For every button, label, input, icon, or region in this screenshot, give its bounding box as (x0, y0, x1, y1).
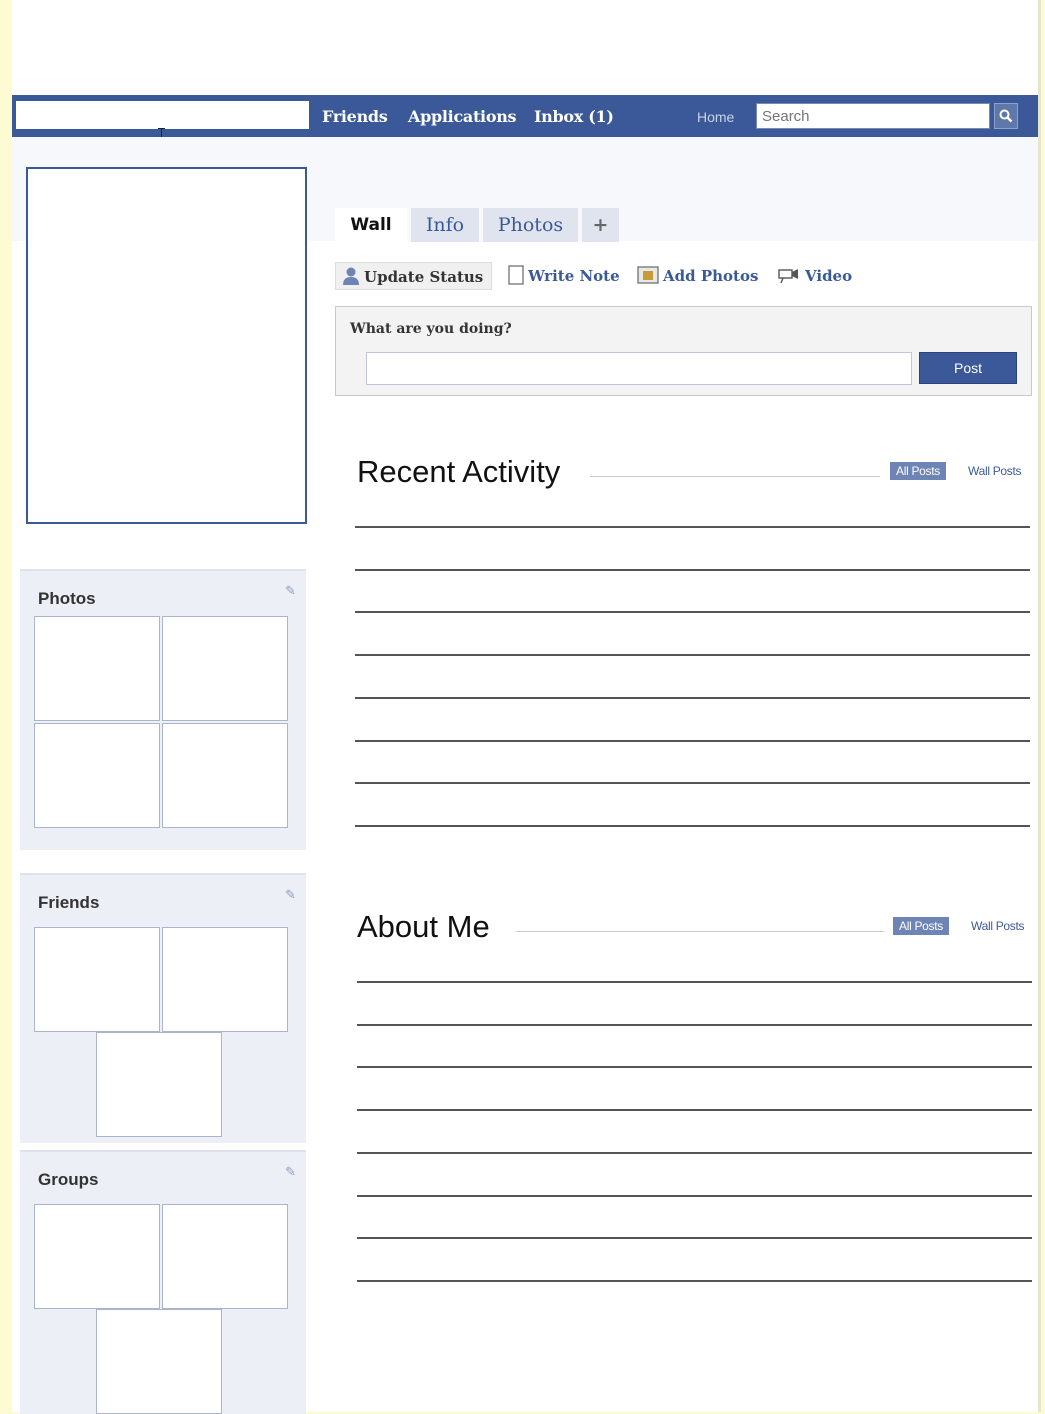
profile-page: Friends Applications Inbox (1) Home Phot… (12, 0, 1041, 1414)
add-photos-action[interactable]: Add Photos (637, 262, 758, 290)
nav-home-link[interactable]: Home (697, 109, 734, 125)
writing-line (355, 739, 1030, 742)
photo-thumb[interactable] (34, 616, 160, 721)
group-thumb[interactable] (162, 1204, 288, 1309)
section-divider (516, 931, 884, 932)
writing-line (357, 1023, 1032, 1026)
composer-prompt: What are you doing? (350, 321, 512, 337)
about-me-title: About Me (357, 909, 490, 944)
update-status-action[interactable]: Update Status (335, 262, 492, 290)
writing-line (357, 1237, 1032, 1240)
video-label: Video (805, 267, 853, 285)
all-posts-filter[interactable]: All Posts (893, 917, 949, 935)
friends-box-title: Friends (38, 893, 100, 912)
video-action[interactable]: Video (777, 262, 852, 290)
tab-info[interactable]: Info (411, 208, 479, 242)
writing-line (355, 526, 1030, 528)
friend-thumb[interactable] (34, 927, 160, 1032)
writing-line (355, 824, 1030, 827)
writing-line (357, 1109, 1032, 1112)
groups-box: Groups ✎ (20, 1150, 306, 1414)
photo-thumb[interactable] (34, 723, 160, 828)
status-composer: What are you doing? Post (335, 306, 1032, 396)
search-input[interactable] (756, 103, 990, 129)
photos-box: Photos ✎ (20, 569, 306, 850)
update-status-label: Update Status (364, 268, 484, 286)
writing-line (355, 782, 1030, 785)
photo-thumb[interactable] (162, 616, 288, 721)
wall-posts-filter[interactable]: Wall Posts (968, 464, 1022, 478)
add-photos-label: Add Photos (663, 267, 759, 285)
search-icon (999, 109, 1013, 123)
person-icon (343, 267, 359, 285)
writing-line (357, 1066, 1032, 1069)
friends-box: Friends ✎ (20, 873, 306, 1143)
writing-line (355, 696, 1030, 699)
group-thumb[interactable] (96, 1309, 222, 1414)
nav-friends-link[interactable]: Friends (322, 107, 388, 126)
nav-inbox-link[interactable]: Inbox (1) (534, 107, 614, 126)
writing-line (357, 1279, 1032, 1282)
write-note-action[interactable]: Write Note (508, 262, 620, 290)
status-input[interactable] (366, 352, 912, 385)
section-divider (590, 476, 880, 477)
writing-line (355, 654, 1030, 657)
groups-box-title: Groups (38, 1170, 99, 1189)
tab-wall[interactable]: Wall (335, 208, 407, 242)
writing-line (357, 1151, 1032, 1154)
friend-thumb[interactable] (162, 927, 288, 1032)
writing-line (357, 1194, 1032, 1197)
photo-thumb[interactable] (162, 723, 288, 828)
note-icon (508, 265, 524, 285)
profile-picture[interactable] (26, 167, 307, 524)
writing-line (355, 568, 1030, 571)
writing-line (357, 981, 1032, 983)
group-thumb[interactable] (34, 1204, 160, 1309)
edit-pencil-icon[interactable]: ✎ (285, 1164, 296, 1180)
video-camera-icon (778, 269, 798, 284)
photo-icon (637, 266, 659, 284)
profile-name-field[interactable] (16, 101, 309, 129)
nav-applications-link[interactable]: Applications (408, 107, 517, 126)
wall-posts-filter[interactable]: Wall Posts (971, 919, 1025, 933)
top-navigation-bar: Friends Applications Inbox (1) Home (12, 95, 1038, 137)
search-button[interactable] (994, 103, 1018, 129)
post-button[interactable]: Post (919, 352, 1017, 384)
writing-line (355, 611, 1030, 614)
friend-thumb[interactable] (96, 1032, 222, 1137)
edit-pencil-icon[interactable]: ✎ (285, 887, 296, 903)
tab-photos[interactable]: Photos (483, 208, 578, 242)
recent-activity-title: Recent Activity (357, 454, 561, 489)
edit-pencil-icon[interactable]: ✎ (285, 583, 296, 599)
add-tab-plus-icon[interactable]: + (582, 208, 619, 242)
all-posts-filter[interactable]: All Posts (890, 462, 946, 480)
photos-box-title: Photos (38, 589, 96, 608)
write-note-label: Write Note (528, 267, 620, 285)
